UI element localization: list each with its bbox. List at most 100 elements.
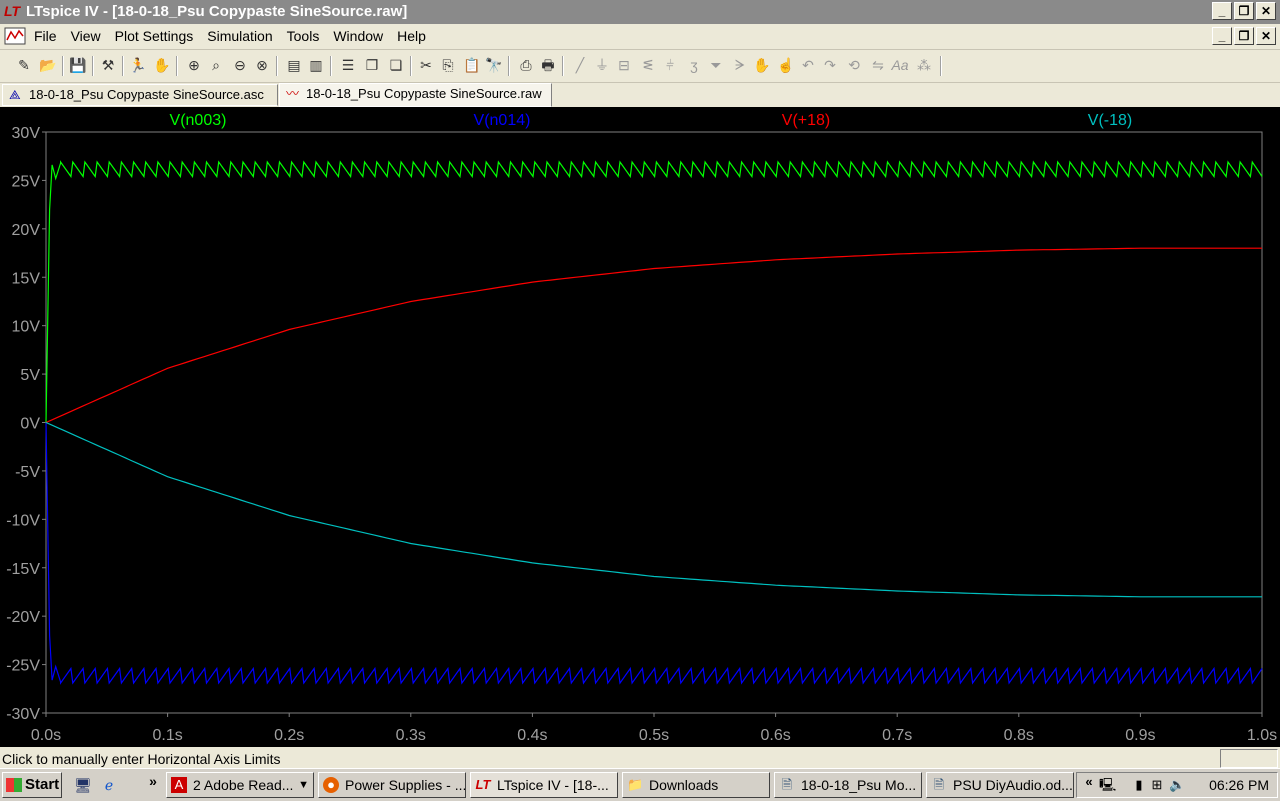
drag-icon[interactable]: ☝ [776,55,796,75]
firefox-icon: ● [323,777,339,793]
cascade-icon[interactable]: ❐ [362,55,382,75]
wire-icon[interactable]: ╱ [570,55,590,75]
doc-minimize-button[interactable]: _ [1212,27,1232,45]
diode-icon[interactable]: ⏷ [706,55,726,75]
restore-button[interactable]: ❐ [1234,2,1254,20]
fft-icon[interactable]: ▥ [306,55,326,75]
doc-restore-button[interactable]: ❐ [1234,27,1254,45]
series-line [45,421,1262,598]
window-title: LTspice IV - [18-0-18_Psu Copypaste Sine… [26,3,408,20]
tile-vertical-icon[interactable]: ❏ [386,55,406,75]
status-text: Click to manually enter Horizontal Axis … [2,751,281,767]
rotate-icon[interactable]: ⟲ [844,55,864,75]
task-label: 18-0-18_Psu Mo... [801,777,917,793]
taskbar: Start 🖥 ℯ » A 2 Adobe Read... ▼ ● Power … [0,768,1280,801]
start-button[interactable]: Start [2,772,62,798]
menu-file[interactable]: File [34,28,65,44]
x-tick-label: 0.6s [760,727,790,744]
network-icon[interactable]: ⊞ [1149,777,1165,793]
print-preview-icon[interactable]: ⎙ [516,55,536,75]
task-adobe-reader[interactable]: A 2 Adobe Read... ▼ [166,772,314,798]
toolbar-separator [276,56,278,76]
x-tick-label: 0.3s [396,727,426,744]
start-label: Start [25,776,60,793]
resistor-icon[interactable]: ᓬ [638,55,658,75]
copy-icon[interactable]: ⎘ [438,55,458,75]
new-schematic-icon[interactable]: ✎ [14,55,34,75]
legend-entry: V(+18) [782,112,830,129]
tab-waveform[interactable]: 〰 18-0-18_Psu Copypaste SineSource.raw [279,83,552,107]
document-icon: 🗎 [933,777,945,792]
ltspice-icon: LT [475,777,491,792]
task-firefox[interactable]: ● Power Supplies - ... [318,772,466,798]
quicklaunch-chevron-icon[interactable]: » [144,772,162,790]
text-icon[interactable]: Aa [890,55,910,75]
waveform-doc-icon[interactable] [4,26,26,46]
inductor-icon[interactable]: ʒ [684,55,704,75]
task-label: Power Supplies - ... [345,777,466,793]
run-icon[interactable]: 🏃 [128,55,148,75]
plot-svg[interactable]: 30V 25V 20V 15V 10V 5V 0V -5V -10V -15V -20V -25V -3… [0,107,1280,747]
autorange-icon[interactable]: ▤ [284,55,304,75]
label-net-icon[interactable]: ⊟ [614,55,634,75]
x-tick-label: 0.5s [639,727,669,744]
close-button[interactable]: ✕ [1256,2,1276,20]
legend-entry: V(n003) [170,112,227,129]
spice-directive-icon[interactable]: ⁂ [914,55,934,75]
y-tick-label: -30V [6,706,40,723]
save-icon[interactable]: 💾 [68,55,88,75]
menu-plot-settings[interactable]: Plot Settings [115,28,202,44]
battery-icon[interactable]: ▮ [1131,777,1147,793]
document-icon: 🗎 [781,777,793,792]
menu-simulation[interactable]: Simulation [207,28,280,44]
internet-explorer-icon[interactable]: ℯ [100,776,118,794]
toolbar-separator [562,56,564,76]
component-icon[interactable]: ᗒ [730,55,750,75]
halt-icon[interactable]: ✋ [152,55,172,75]
ground-icon[interactable]: ⏚ [592,55,612,75]
task-psu-document[interactable]: 🗎 18-0-18_Psu Mo... [774,772,922,798]
show-desktop-icon[interactable]: 🖥 [74,776,92,794]
menu-tools[interactable]: Tools [287,28,328,44]
y-tick-label: 0V [20,416,40,433]
tray-chevron-icon[interactable]: « [1081,774,1097,790]
control-panel-icon[interactable]: ⚒ [98,55,118,75]
clock[interactable]: 06:26 PM [1209,777,1269,793]
x-tick-label: 0.4s [517,727,547,744]
task-psu-diyaudio[interactable]: 🗎 PSU DiyAudio.od... [926,772,1074,798]
menu-view[interactable]: View [71,28,109,44]
computer-icon[interactable]: 🖳 [1099,777,1116,793]
toolbar-separator [122,56,124,76]
waveform-plot[interactable]: 30V 25V 20V 15V 10V 5V 0V -5V -10V -15V -20V -25V -3… [0,107,1280,747]
task-downloads[interactable]: 📁 Downloads [622,772,770,798]
pan-icon[interactable]: ⌕ [206,55,226,75]
y-tick-label: -10V [6,512,40,529]
tile-horizontal-icon[interactable]: ☰ [338,55,358,75]
tab-schematic[interactable]: ⟁ 18-0-18_Psu Copypaste SineSource.asc [2,84,278,106]
redo-icon[interactable]: ↷ [820,55,840,75]
paste-icon[interactable]: 📋 [462,55,482,75]
undo-icon[interactable]: ↶ [798,55,818,75]
x-tick-label: 0.9s [1125,727,1155,744]
task-ltspice[interactable]: LT LTspice IV - [18-... [470,772,618,798]
zoom-area-icon[interactable]: ⊕ [184,55,204,75]
doc-close-button[interactable]: ✕ [1256,27,1276,45]
volume-icon[interactable]: 🔈 [1169,777,1185,793]
y-tick-label: 20V [12,222,41,239]
move-icon[interactable]: ✋ [752,55,772,75]
mirror-icon[interactable]: ⇋ [868,55,888,75]
status-bar: Click to manually enter Horizontal Axis … [0,748,1280,768]
minimize-button[interactable]: _ [1212,2,1232,20]
menu-help[interactable]: Help [397,28,434,44]
toolbar-separator [62,56,64,76]
zoom-out-icon[interactable]: ⊖ [230,55,250,75]
open-icon[interactable]: 📂 [38,55,58,75]
toolbar-separator [330,56,332,76]
zoom-fit-icon[interactable]: ⊗ [252,55,272,75]
find-icon[interactable]: 🔭 [484,55,504,75]
cut-icon[interactable]: ✂ [416,55,436,75]
menu-window[interactable]: Window [333,28,391,44]
x-tick-label: 0.7s [882,727,912,744]
capacitor-icon[interactable]: ⫩ [660,55,680,75]
print-icon[interactable]: 🖶 [538,55,558,75]
